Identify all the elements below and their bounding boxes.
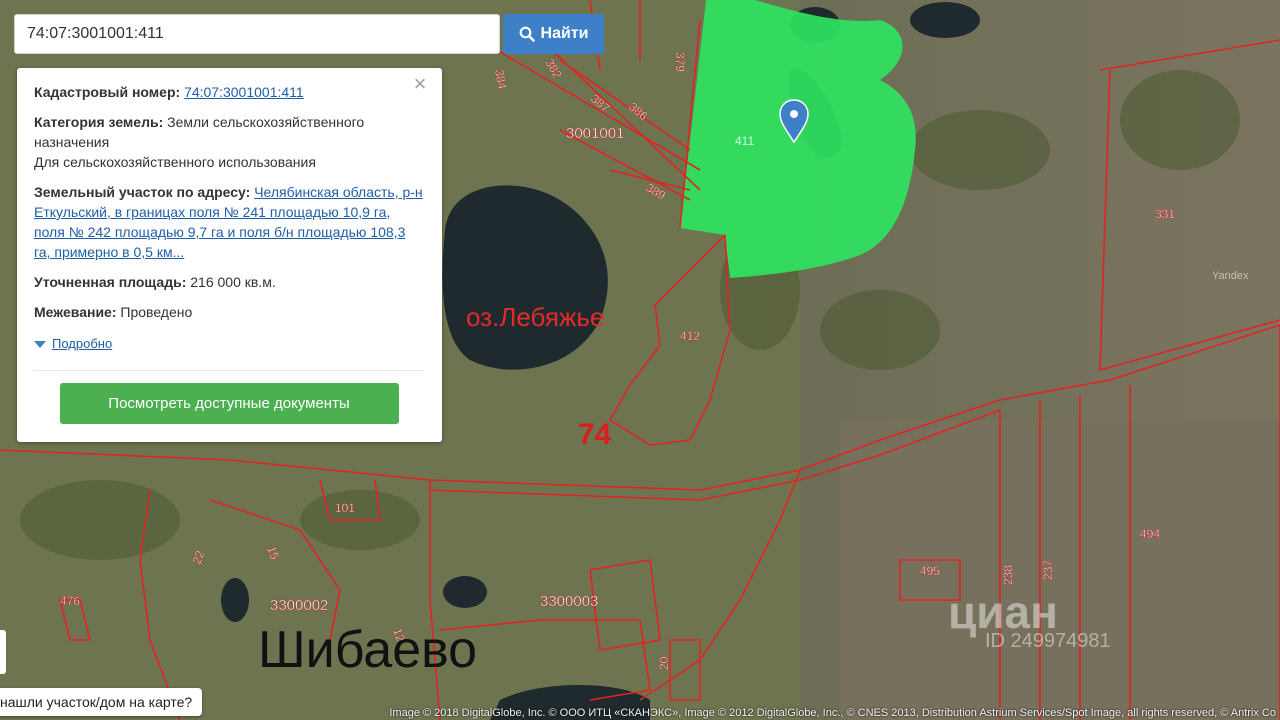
area-row: Уточненная площадь: 216 000 кв.м. — [34, 272, 424, 292]
parcel-info-panel: × Кадастровый номер: 74:07:3001001:411 К… — [17, 68, 442, 442]
parcel-label: 3300003 — [540, 593, 598, 610]
cadastral-row: Кадастровый номер: 74:07:3001001:411 — [34, 82, 424, 102]
address-row: Земельный участок по адресу: Челябинская… — [34, 182, 424, 262]
zoom-control[interactable] — [0, 630, 6, 674]
more-details-link[interactable]: Подробно — [52, 334, 112, 354]
parcel-label: 3300002 — [270, 597, 328, 614]
cadastral-number-link[interactable]: 74:07:3001001:411 — [184, 84, 304, 100]
region-number-label: 74 — [578, 418, 612, 451]
more-details-toggle[interactable]: Подробно — [34, 334, 424, 354]
area-label: Уточненная площадь: — [34, 274, 187, 290]
divider — [34, 370, 424, 371]
parcel-label: 476 — [60, 594, 80, 608]
yandex-label: Yandex — [1212, 270, 1249, 282]
category-label: Категория земель: — [34, 114, 164, 130]
search-button[interactable]: Найти — [503, 14, 604, 54]
survey-value: Проведено — [120, 304, 193, 320]
parcel-label: 494 — [1140, 527, 1160, 541]
search-icon — [519, 26, 535, 42]
parcel-label: 411 — [735, 134, 754, 148]
view-documents-button[interactable]: Посмотреть доступные документы — [59, 383, 399, 424]
close-icon[interactable]: × — [410, 73, 430, 95]
survey-row: Межевание: Проведено — [34, 302, 424, 322]
parcel-label: 237 — [1041, 560, 1055, 580]
map-copyright: Image © 2018 DigitalGlobe, Inc. © ООО ИТ… — [389, 707, 1276, 719]
parcel-label: 412 — [680, 329, 700, 343]
category-row: Категория земель: Земли сельскохозяйстве… — [34, 112, 424, 172]
parcel-label: 20 — [657, 656, 671, 670]
parcel-label: 3001001 — [566, 125, 624, 142]
caret-down-icon — [34, 340, 46, 348]
parcel-label: 331 — [1155, 207, 1175, 221]
parcel-label: 495 — [920, 564, 940, 578]
parcel-label: 379 — [673, 52, 687, 72]
parcel-label: 101 — [335, 501, 355, 515]
survey-label: Межевание: — [34, 304, 117, 320]
lake-label: оз.Лебяжье — [466, 302, 605, 332]
area-value: 216 000 кв.м. — [190, 274, 276, 290]
cian-watermark-id: ID 249974981 — [985, 630, 1111, 652]
address-label: Земельный участок по адресу: — [34, 184, 251, 200]
parcel-label: 238 — [1001, 565, 1015, 585]
search-input[interactable] — [14, 14, 500, 54]
found-on-map-button[interactable]: нашли участок/дом на карте? — [0, 688, 203, 716]
cadastral-label: Кадастровый номер: — [34, 84, 181, 100]
town-label: Шибаево — [258, 621, 478, 679]
category-use: Для сельскохозяйственного использования — [34, 154, 316, 170]
search-button-label: Найти — [540, 25, 589, 42]
search-bar — [14, 14, 500, 54]
